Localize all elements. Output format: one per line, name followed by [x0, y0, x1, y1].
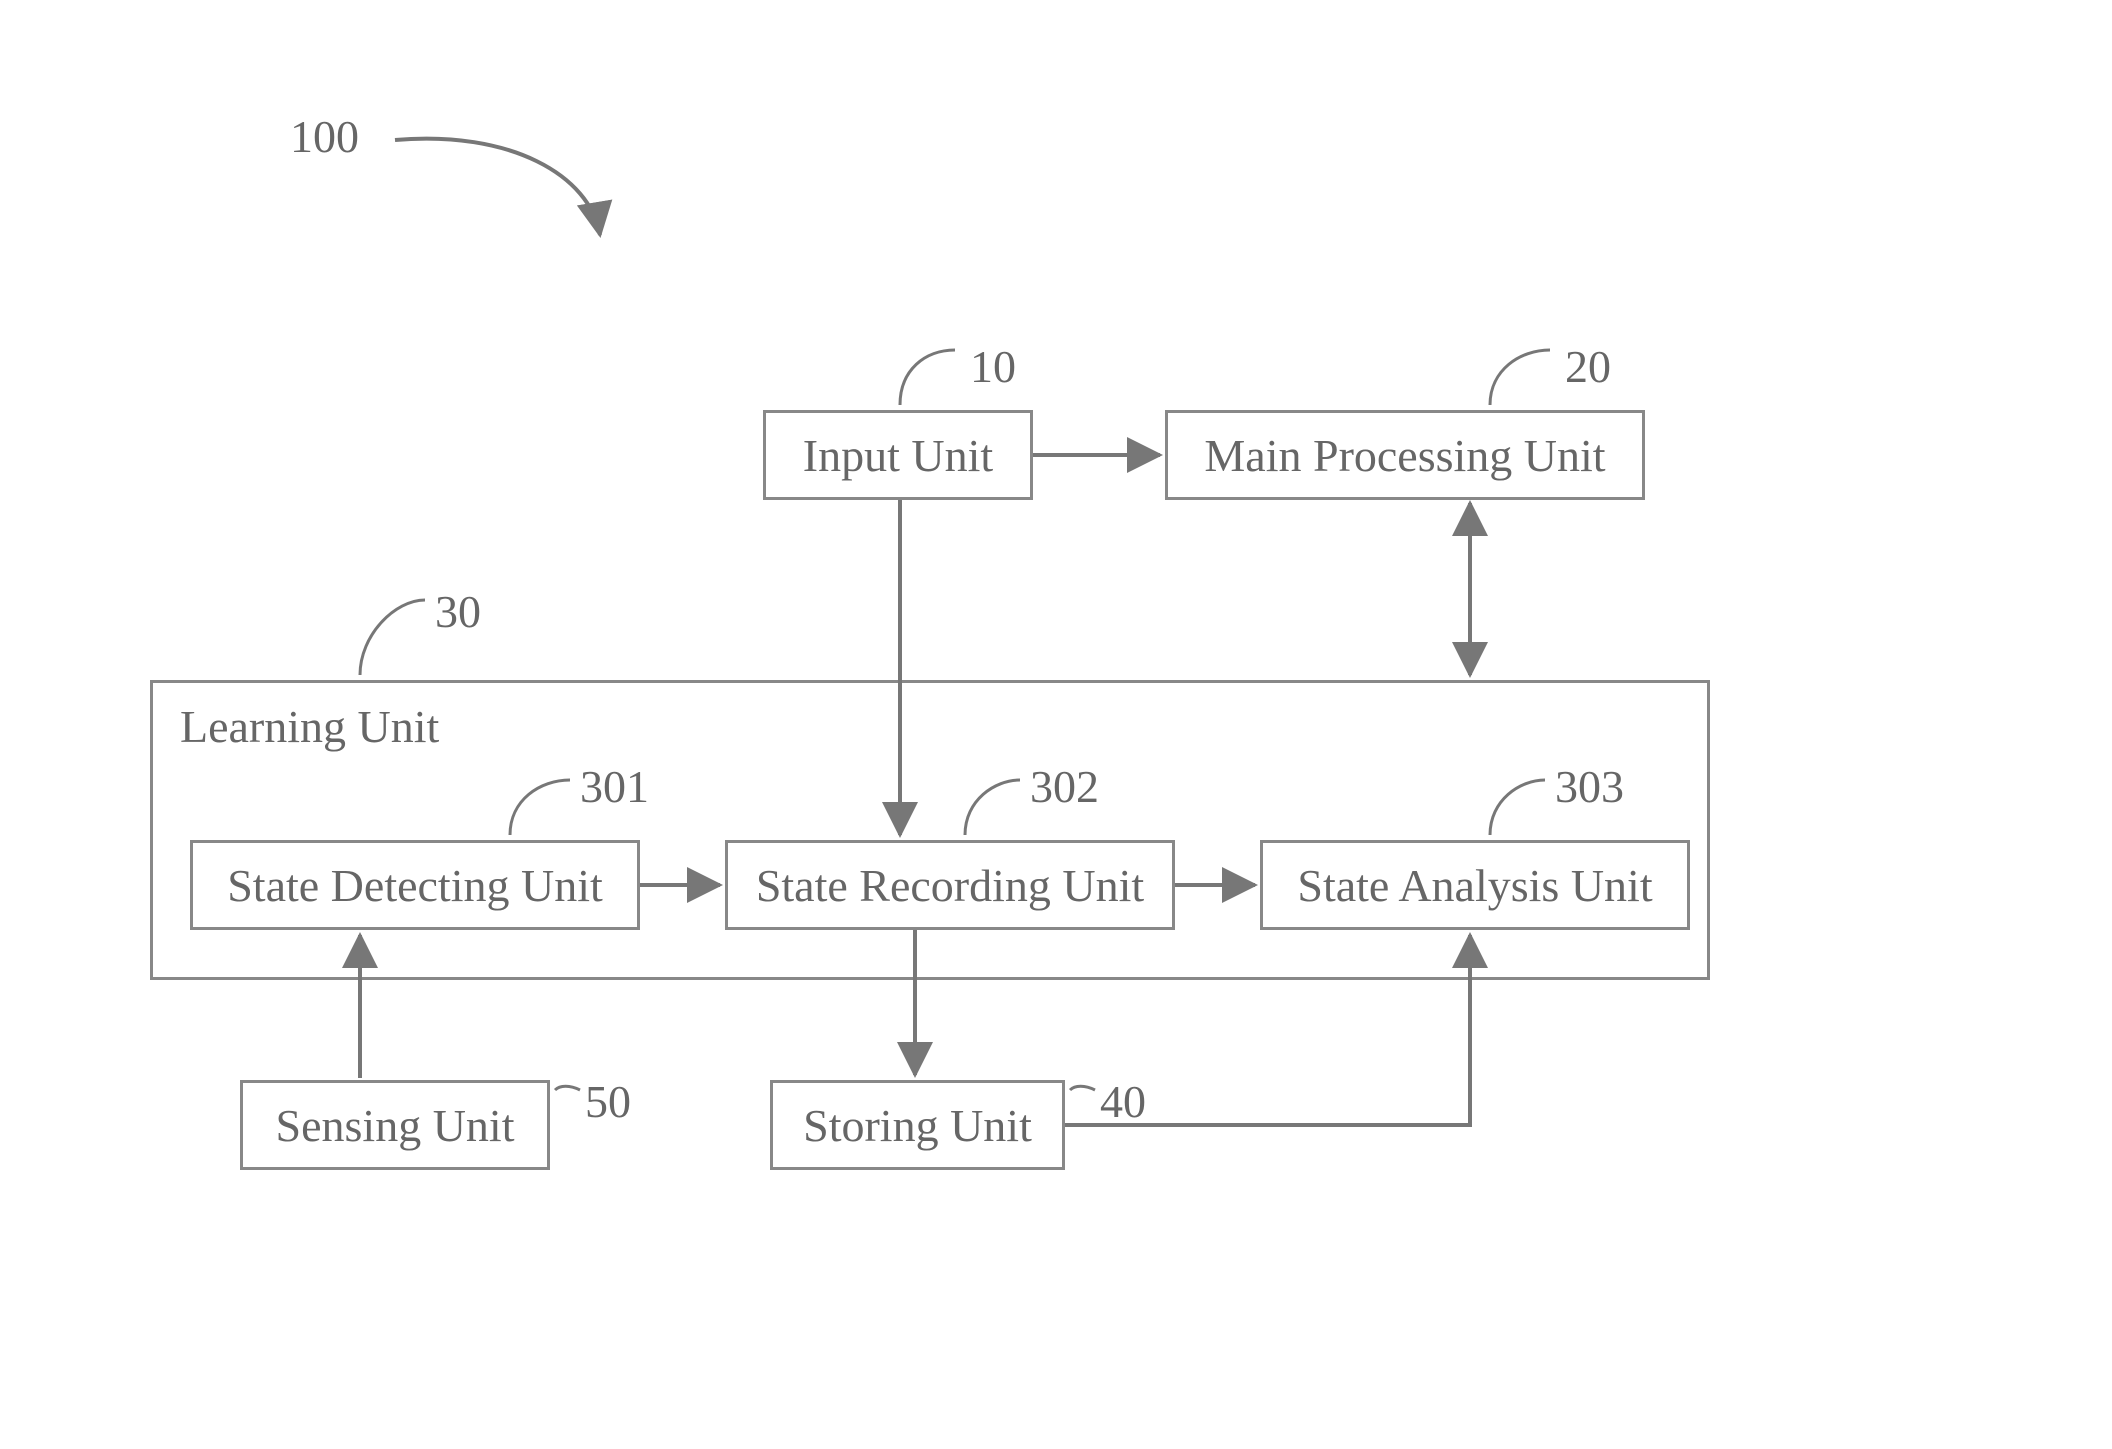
- sensing-unit-ref: 50: [585, 1075, 631, 1128]
- main-processing-unit-box: Main Processing Unit: [1165, 410, 1645, 500]
- main-processing-unit-ref: 20: [1565, 340, 1611, 393]
- storing-unit-ref: 40: [1100, 1075, 1146, 1128]
- state-detecting-unit-box: State Detecting Unit: [190, 840, 640, 930]
- state-recording-unit-label: State Recording Unit: [756, 859, 1144, 912]
- storing-unit-box: Storing Unit: [770, 1080, 1065, 1170]
- state-detecting-unit-ref: 301: [580, 760, 649, 813]
- learning-unit-label: Learning Unit: [180, 700, 439, 753]
- main-processing-unit-label: Main Processing Unit: [1204, 429, 1605, 482]
- system-ref-label: 100: [290, 110, 359, 163]
- state-analysis-unit-ref: 303: [1555, 760, 1624, 813]
- input-unit-label: Input Unit: [803, 429, 993, 482]
- state-recording-unit-box: State Recording Unit: [725, 840, 1175, 930]
- input-unit-box: Input Unit: [763, 410, 1033, 500]
- state-analysis-unit-box: State Analysis Unit: [1260, 840, 1690, 930]
- state-detecting-unit-label: State Detecting Unit: [227, 859, 603, 912]
- sensing-unit-label: Sensing Unit: [276, 1099, 515, 1152]
- state-analysis-unit-label: State Analysis Unit: [1297, 859, 1652, 912]
- diagram-canvas: 100 Input Unit 10 Main Processing Unit 2…: [0, 0, 2112, 1449]
- state-recording-unit-ref: 302: [1030, 760, 1099, 813]
- sensing-unit-box: Sensing Unit: [240, 1080, 550, 1170]
- storing-unit-label: Storing Unit: [803, 1099, 1032, 1152]
- input-unit-ref: 10: [970, 340, 1016, 393]
- learning-unit-ref: 30: [435, 585, 481, 638]
